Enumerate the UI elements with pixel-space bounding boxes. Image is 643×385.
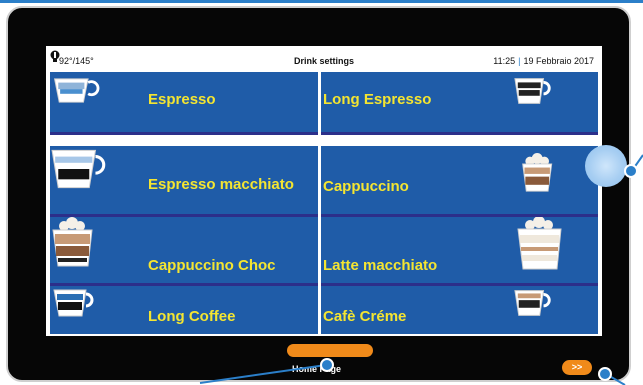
- home-callout-dot: [320, 358, 334, 372]
- callout-lines: [199, 154, 643, 385]
- touch-callout-dot: [624, 164, 638, 178]
- next-callout-dot: [598, 367, 612, 381]
